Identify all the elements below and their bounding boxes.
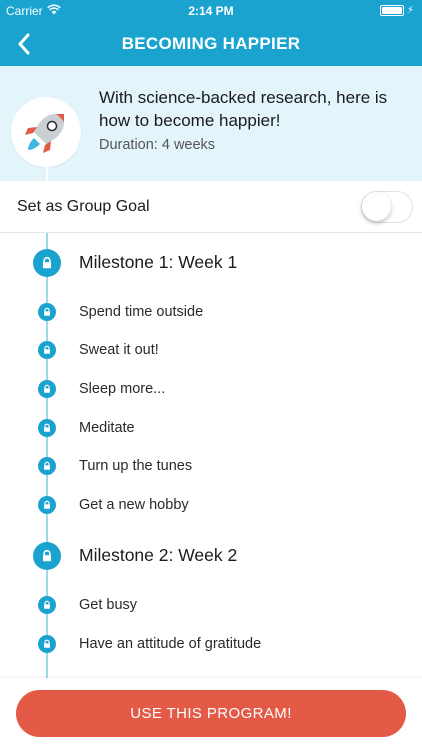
timeline-connector — [46, 166, 48, 182]
program-timeline: Milestone 1: Week 1 Spend time outside Swe… — [0, 233, 422, 678]
use-program-button[interactable]: USE THIS PROGRAM! — [16, 690, 406, 737]
lock-icon — [38, 596, 56, 614]
list-item-label: Get a new hobby — [79, 497, 189, 513]
lock-icon — [33, 249, 61, 277]
top-bar: Carrier 2:14 PM ⚡ BECOMING HAPPIER — [0, 0, 422, 66]
lock-icon — [38, 635, 56, 653]
lock-icon — [38, 419, 56, 437]
list-item-label: Get busy — [79, 597, 138, 613]
lock-icon — [38, 303, 56, 321]
list-item[interactable]: Sleep more... — [0, 370, 422, 408]
milestone-row[interactable]: Milestone 1: Week 1 — [0, 245, 422, 283]
list-item[interactable]: Have an attitude of gratitude — [0, 625, 422, 663]
program-header: With science-backed research, here is ho… — [0, 66, 422, 182]
list-item[interactable]: Turn up the tunes — [0, 447, 422, 485]
battery-icon — [379, 5, 404, 16]
milestone-row[interactable]: Milestone 2: Week 2 — [0, 538, 422, 576]
lock-icon — [33, 542, 61, 570]
battery-indicator: ⚡ — [379, 5, 414, 16]
group-goal-label: Set as Group Goal — [17, 198, 150, 215]
group-goal-row: Set as Group Goal — [0, 181, 422, 233]
milestone-title: Milestone 1: Week 1 — [79, 252, 238, 272]
nav-bar: BECOMING HAPPIER — [0, 22, 422, 66]
list-item-label: Meditate — [79, 420, 135, 436]
list-item[interactable]: Get busy — [0, 586, 422, 624]
page-title: BECOMING HAPPIER — [121, 34, 301, 53]
list-item[interactable]: Get a new hobby — [0, 486, 422, 524]
program-duration: Duration: 4 weeks — [99, 137, 216, 153]
program-icon-circle — [11, 97, 81, 167]
footer: USE THIS PROGRAM! — [0, 678, 422, 750]
list-item[interactable]: Meditate — [0, 409, 422, 447]
status-time: 2:14 PM — [188, 4, 234, 18]
lock-icon — [38, 341, 56, 359]
list-item-label: Have an attitude of gratitude — [79, 636, 262, 652]
battery-fill — [381, 7, 402, 14]
milestone-title: Milestone 2: Week 2 — [79, 545, 238, 565]
status-bar: Carrier 2:14 PM ⚡ — [0, 0, 422, 22]
lock-icon — [38, 380, 56, 398]
group-goal-toggle[interactable] — [361, 191, 413, 223]
list-item-label: Turn up the tunes — [79, 458, 193, 474]
list-item-label: Sleep more... — [79, 381, 166, 397]
list-item[interactable]: Spend time outside — [0, 293, 422, 331]
program-description: With science-backed research, here is ho… — [99, 88, 388, 130]
lock-icon — [38, 496, 56, 514]
list-item-label: Spend time outside — [79, 304, 204, 320]
list-item[interactable]: Sweat it out! — [0, 331, 422, 369]
list-item-label: Sweat it out! — [79, 342, 159, 358]
lock-icon — [38, 457, 56, 475]
rocket-icon — [25, 114, 64, 153]
toggle-knob — [362, 192, 391, 221]
bolt-icon: ⚡ — [406, 5, 414, 16]
